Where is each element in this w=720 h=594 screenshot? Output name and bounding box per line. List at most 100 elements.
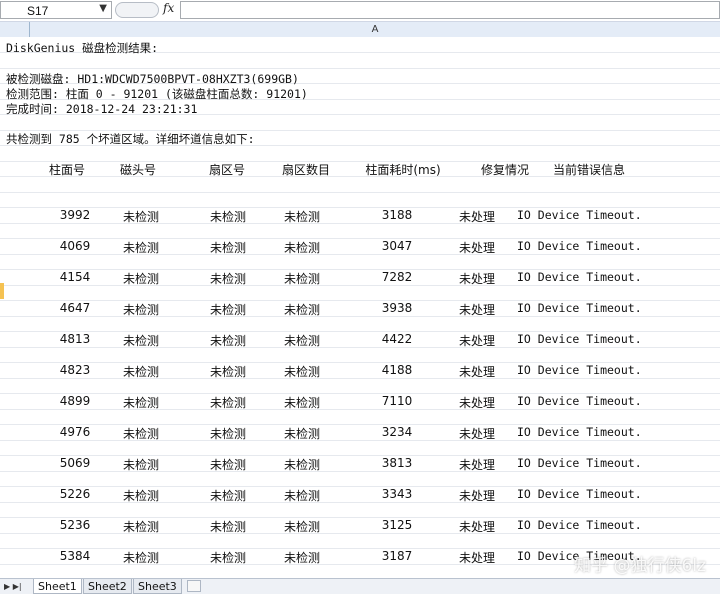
- header-repair: 修复情况: [480, 163, 530, 177]
- error-message-cell: IO Device Timeout.: [517, 301, 642, 315]
- time-ms-cell: 3813: [381, 456, 413, 470]
- sector-count-cell: 未检测: [283, 334, 321, 348]
- column-header-a[interactable]: A: [30, 22, 720, 37]
- formula-input[interactable]: [180, 1, 720, 19]
- formula-buttons[interactable]: [115, 2, 159, 18]
- head-cell: 未检测: [122, 334, 160, 348]
- row-highlight-marker: [0, 283, 4, 299]
- sector-cell: 未检测: [209, 272, 247, 286]
- sector-count-cell: 未检测: [283, 396, 321, 410]
- worksheet-grid[interactable]: DiskGenius 磁盘检测结果: 被检测磁盘: HD1:WDCWD7500B…: [0, 37, 720, 578]
- error-message-cell: IO Device Timeout.: [517, 518, 642, 532]
- chevron-down-icon[interactable]: ▼: [99, 3, 107, 14]
- tab-sheet3[interactable]: Sheet3: [133, 579, 182, 594]
- sheet-tabs-bar: ▶ ▶| Sheet1 Sheet2 Sheet3: [0, 578, 720, 594]
- sector-cell: 未检测: [209, 365, 247, 379]
- sector-count-cell: 未检测: [283, 272, 321, 286]
- header-sector: 扇区号: [208, 163, 246, 177]
- head-cell: 未检测: [122, 210, 160, 224]
- tab-sheet2[interactable]: Sheet2: [83, 579, 132, 594]
- insert-sheet-icon[interactable]: [187, 580, 201, 592]
- cylinder-cell: 4647: [59, 301, 91, 315]
- sector-count-cell: 未检测: [283, 427, 321, 441]
- cylinder-cell: 4154: [59, 270, 91, 284]
- time-ms-cell: 3188: [381, 208, 413, 222]
- row-gridline: [0, 378, 720, 379]
- select-all-corner[interactable]: [0, 22, 30, 37]
- head-cell: 未检测: [122, 241, 160, 255]
- sector-count-cell: 未检测: [283, 489, 321, 503]
- cylinder-cell: 5236: [59, 518, 91, 532]
- row-gridline: [0, 68, 720, 69]
- summary-line: 共检测到 785 个坏道区域。详细坏道信息如下:: [6, 132, 255, 146]
- header-sector-count: 扇区数目: [281, 163, 331, 177]
- cylinder-cell: 4976: [59, 425, 91, 439]
- row-gridline: [0, 409, 720, 410]
- tab-sheet1[interactable]: Sheet1: [33, 579, 82, 594]
- error-message-cell: IO Device Timeout.: [517, 487, 642, 501]
- name-box[interactable]: S17 ▼: [0, 1, 112, 19]
- error-message-cell: IO Device Timeout.: [517, 363, 642, 377]
- sector-cell: 未检测: [209, 427, 247, 441]
- repair-status-cell: 未处理: [458, 489, 496, 503]
- repair-status-cell: 未处理: [458, 272, 496, 286]
- row-gridline: [0, 533, 720, 534]
- error-message-cell: IO Device Timeout.: [517, 239, 642, 253]
- row-gridline: [0, 471, 720, 472]
- disk-info: 被检测磁盘: HD1:WDCWD7500BPVT-08HXZT3(699GB): [6, 72, 299, 86]
- row-gridline: [0, 440, 720, 441]
- head-cell: 未检测: [122, 551, 160, 565]
- insert-function-icon[interactable]: fx: [163, 1, 174, 15]
- time-ms-cell: 3047: [381, 239, 413, 253]
- cylinder-cell: 5384: [59, 549, 91, 563]
- header-head: 磁头号: [119, 163, 157, 177]
- sector-cell: 未检测: [209, 458, 247, 472]
- time-ms-cell: 3234: [381, 425, 413, 439]
- error-message-cell: IO Device Timeout.: [517, 394, 642, 408]
- head-cell: 未检测: [122, 303, 160, 317]
- time-ms-cell: 3125: [381, 518, 413, 532]
- sector-count-cell: 未检测: [283, 520, 321, 534]
- time-ms-cell: 4188: [381, 363, 413, 377]
- error-message-cell: IO Device Timeout.: [517, 456, 642, 470]
- cylinder-cell: 4069: [59, 239, 91, 253]
- sector-count-cell: 未检测: [283, 210, 321, 224]
- head-cell: 未检测: [122, 520, 160, 534]
- cylinder-cell: 5069: [59, 456, 91, 470]
- time-ms-cell: 3187: [381, 549, 413, 563]
- formula-controls: fx: [113, 1, 178, 19]
- time-ms-cell: 3343: [381, 487, 413, 501]
- head-cell: 未检测: [122, 396, 160, 410]
- sector-cell: 未检测: [209, 241, 247, 255]
- cylinder-cell: 4823: [59, 363, 91, 377]
- watermark: 知乎 @独行侠6lz: [574, 556, 706, 576]
- row-gridline: [0, 502, 720, 503]
- scan-range: 检测范围: 柱面 0 - 91201 (该磁盘柱面总数: 91201): [6, 87, 308, 101]
- column-header-row: A: [0, 22, 720, 38]
- sector-count-cell: 未检测: [283, 241, 321, 255]
- head-cell: 未检测: [122, 272, 160, 286]
- repair-status-cell: 未处理: [458, 365, 496, 379]
- error-message-cell: IO Device Timeout.: [517, 425, 642, 439]
- repair-status-cell: 未处理: [458, 396, 496, 410]
- time-ms-cell: 7110: [381, 394, 413, 408]
- head-cell: 未检测: [122, 427, 160, 441]
- sector-count-cell: 未检测: [283, 458, 321, 472]
- repair-status-cell: 未处理: [458, 458, 496, 472]
- tab-nav-arrows[interactable]: ▶ ▶|: [4, 579, 22, 594]
- row-gridline: [0, 347, 720, 348]
- head-cell: 未检测: [122, 458, 160, 472]
- finish-time: 完成时间: 2018-12-24 23:21:31: [6, 102, 198, 116]
- sector-count-cell: 未检测: [283, 303, 321, 317]
- error-message-cell: IO Device Timeout.: [517, 270, 642, 284]
- sector-cell: 未检测: [209, 210, 247, 224]
- repair-status-cell: 未处理: [458, 241, 496, 255]
- cylinder-cell: 4813: [59, 332, 91, 346]
- head-cell: 未检测: [122, 489, 160, 503]
- sector-count-cell: 未检测: [283, 365, 321, 379]
- time-ms-cell: 3938: [381, 301, 413, 315]
- head-cell: 未检测: [122, 365, 160, 379]
- header-time-ms: 柱面耗时(ms): [365, 163, 441, 177]
- repair-status-cell: 未处理: [458, 210, 496, 224]
- repair-status-cell: 未处理: [458, 520, 496, 534]
